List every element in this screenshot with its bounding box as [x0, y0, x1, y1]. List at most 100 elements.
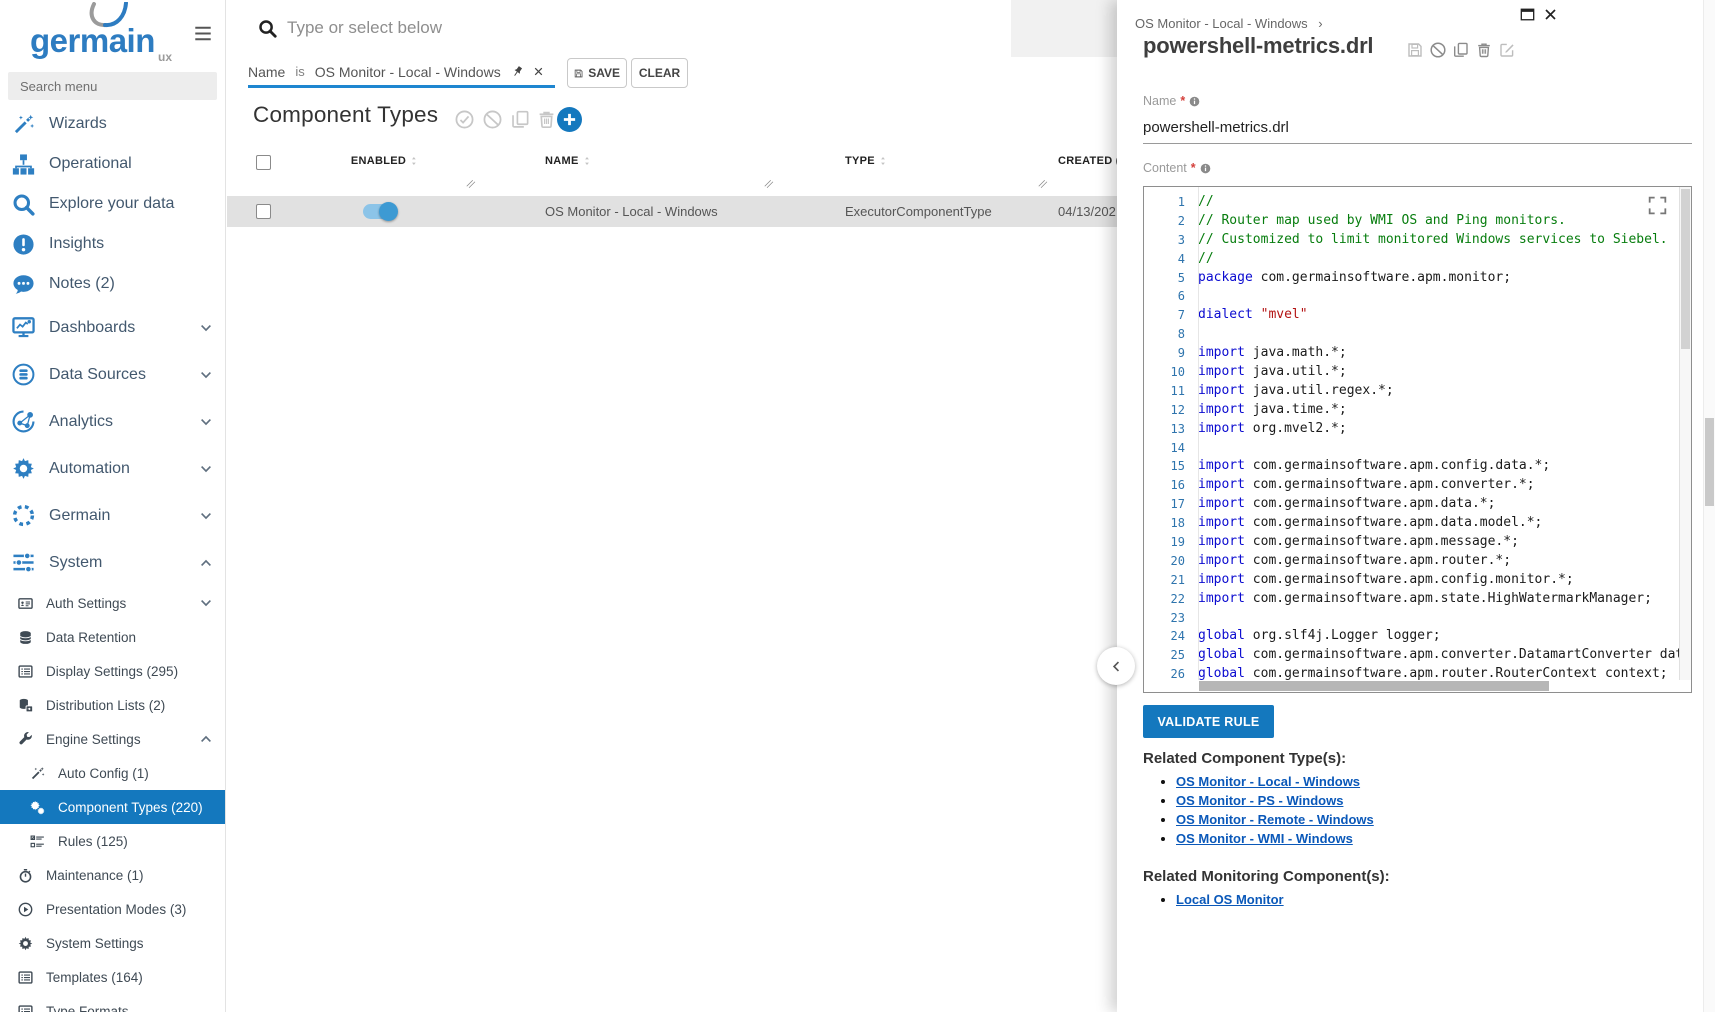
remove-filter-icon[interactable] [533, 66, 544, 77]
column-resize-gripper[interactable] [764, 178, 776, 190]
line-number: 16 [1144, 476, 1198, 495]
column-header-enabled[interactable]: ENABLED [351, 155, 419, 167]
enabled-toggle[interactable] [363, 204, 397, 219]
related-link-os-monitor-ps-windows[interactable]: OS Monitor - PS - Windows [1176, 793, 1343, 808]
sidebar-item-label: Data Sources [49, 366, 146, 384]
save-rule-icon[interactable] [1407, 42, 1423, 58]
sidebar-item-data-sources[interactable]: Data Sources [0, 351, 225, 398]
sidebar-item-label: Distribution Lists (2) [46, 698, 165, 713]
sidebar-item-notes-2[interactable]: Notes (2) [0, 264, 225, 304]
sidebar-item-explore-your-data[interactable]: Explore your data [0, 184, 225, 224]
sidebar-item-type-formats[interactable]: Type Formats [0, 994, 225, 1012]
sidebar-item-distribution-lists-2[interactable]: Distribution Lists (2) [0, 688, 225, 722]
chevron-down-icon [199, 509, 213, 523]
comment-icon [12, 273, 35, 296]
save-button[interactable]: SAVE [567, 58, 627, 88]
sidebar-item-component-types-220[interactable]: Component Types (220) [0, 790, 225, 824]
editor-horizontal-scrollbar-thumb[interactable] [1199, 681, 1549, 691]
code-content[interactable]: 1//2// Router map used by WMI OS and Pin… [1144, 187, 1679, 680]
related-link-os-monitor-remote-windows[interactable]: OS Monitor - Remote - Windows [1176, 812, 1374, 827]
line-number: 8 [1144, 325, 1198, 344]
column-header-type[interactable]: TYPE [845, 155, 888, 167]
sidebar-item-system[interactable]: System [0, 539, 225, 586]
filter-search-input[interactable] [285, 12, 905, 44]
sidebar-search-input[interactable] [8, 72, 217, 100]
sidebar-item-engine-settings[interactable]: Engine Settings [0, 722, 225, 756]
pin-filter-icon[interactable] [511, 65, 524, 78]
sidebar-item-auto-config-1[interactable]: Auto Config (1) [0, 756, 225, 790]
editor-vertical-scrollbar-thumb[interactable] [1681, 189, 1690, 349]
related-list-item: OS Monitor - Remote - Windows [1176, 812, 1374, 831]
column-resize-gripper[interactable] [466, 178, 478, 190]
enable-selected-icon[interactable] [455, 110, 474, 129]
sidebar-item-dashboards[interactable]: Dashboards [0, 304, 225, 351]
hamburger-menu-icon[interactable] [192, 24, 214, 43]
sidebar-item-insights[interactable]: Insights [0, 224, 225, 264]
breadcrumb-item[interactable]: OS Monitor - Local - Windows [1135, 16, 1308, 31]
playcircle-icon [18, 902, 33, 917]
panel-scrollbar[interactable] [1703, 0, 1715, 1012]
copy-rule-icon[interactable] [1453, 42, 1469, 58]
name-field-label: Name* [1143, 94, 1200, 108]
idcard-icon [18, 596, 33, 611]
sidebar-item-analytics[interactable]: Analytics [0, 398, 225, 445]
name-input[interactable] [1143, 112, 1692, 144]
header-checkbox[interactable] [256, 155, 271, 170]
sidebar-item-operational[interactable]: Operational [0, 144, 225, 184]
disable-rule-icon[interactable] [1430, 42, 1446, 58]
sidebar-item-wizards[interactable]: Wizards [0, 104, 225, 144]
line-number: 7 [1144, 306, 1198, 325]
required-mark: * [1191, 161, 1196, 175]
sidebar-item-display-settings-295[interactable]: Display Settings (295) [0, 654, 225, 688]
related-link-os-monitor-local-windows[interactable]: OS Monitor - Local - Windows [1176, 774, 1360, 789]
sidebar-header: germain ux [0, 0, 225, 66]
close-panel-icon[interactable] [1543, 7, 1558, 22]
edit-rule-icon[interactable] [1499, 42, 1515, 58]
delete-rule-icon[interactable] [1476, 42, 1492, 58]
sidebar-item-rules-125[interactable]: Rules (125) [0, 824, 225, 858]
maximize-panel-icon[interactable] [1520, 7, 1535, 22]
panel-scrollbar-thumb[interactable] [1705, 418, 1714, 506]
table-row[interactable]: OS Monitor - Local - Windows ExecutorCom… [227, 196, 1117, 227]
collapse-panel-button[interactable] [1097, 647, 1135, 685]
validate-rule-button[interactable]: VALIDATE RULE [1143, 705, 1274, 738]
row-checkbox[interactable] [256, 204, 271, 219]
sidebar-item-auth-settings[interactable]: Auth Settings [0, 586, 225, 620]
code-line: 16import com.germainsoftware.apm.convert… [1144, 476, 1679, 495]
breadcrumb[interactable]: OS Monitor - Local - Windows › [1135, 16, 1323, 31]
sidebar-item-label: Auto Config (1) [58, 766, 149, 781]
line-number: 15 [1144, 457, 1198, 476]
editor-horizontal-scrollbar[interactable] [1198, 680, 1679, 692]
sidebar-item-templates-164[interactable]: Templates (164) [0, 960, 225, 994]
sidebar-item-germain[interactable]: Germain [0, 492, 225, 539]
code-line: 4// [1144, 250, 1679, 269]
add-component-type-button[interactable] [557, 107, 582, 132]
code-editor[interactable]: 1//2// Router map used by WMI OS and Pin… [1143, 186, 1692, 693]
sidebar-item-presentation-modes-3[interactable]: Presentation Modes (3) [0, 892, 225, 926]
line-number: 12 [1144, 401, 1198, 420]
fullscreen-icon[interactable] [1648, 196, 1667, 215]
filter-chip[interactable]: Name is OS Monitor - Local - Windows [248, 58, 555, 88]
delete-selected-icon[interactable] [537, 110, 556, 129]
sidebar-item-maintenance-1[interactable]: Maintenance (1) [0, 858, 225, 892]
sidebar-item-label: Automation [49, 460, 130, 478]
column-resize-gripper[interactable] [1038, 178, 1050, 190]
copy-selected-icon[interactable] [511, 110, 530, 129]
chevron-down-icon [199, 415, 213, 429]
related-link-os-monitor-wmi-windows[interactable]: OS Monitor - WMI - Windows [1176, 831, 1353, 846]
code-line: 21import com.germainsoftware.apm.config.… [1144, 571, 1679, 590]
info-icon [1189, 96, 1200, 107]
sidebar-item-data-retention[interactable]: Data Retention [0, 620, 225, 654]
disable-selected-icon[interactable] [483, 110, 502, 129]
column-header-created[interactable]: CREATED ( [1058, 155, 1117, 167]
sidebar-item-system-settings[interactable]: System Settings [0, 926, 225, 960]
column-header-name[interactable]: NAME [545, 155, 592, 167]
editor-vertical-scrollbar[interactable] [1679, 187, 1691, 680]
sidebar-item-label: Operational [49, 155, 132, 173]
line-number: 10 [1144, 363, 1198, 382]
line-number: 13 [1144, 420, 1198, 439]
related-list-item: Local OS Monitor [1176, 892, 1284, 911]
clear-button[interactable]: CLEAR [631, 58, 688, 88]
related-link-local-os-monitor[interactable]: Local OS Monitor [1176, 892, 1284, 907]
sidebar-item-automation[interactable]: Automation [0, 445, 225, 492]
